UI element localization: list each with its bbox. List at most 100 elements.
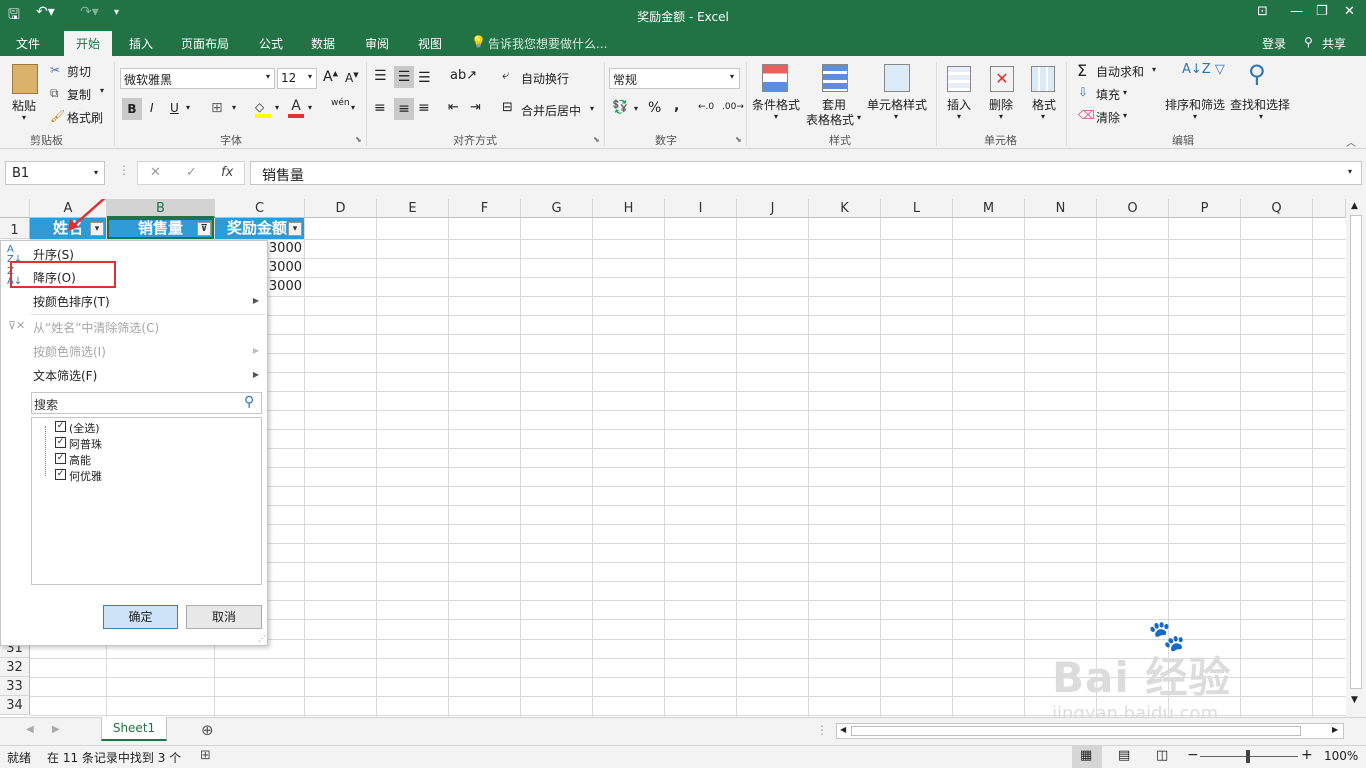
tell-me-box[interactable]: 告诉我您想要做什么...	[488, 35, 607, 52]
format-dropdown-icon[interactable]: ▾	[1041, 112, 1045, 121]
cancel-entry-icon[interactable]: ✕	[150, 165, 161, 180]
close-icon[interactable]: ✕	[1344, 4, 1355, 19]
border-dropdown-icon[interactable]: ▾	[232, 103, 236, 112]
tab-view[interactable]: 视图	[418, 35, 442, 52]
phonetic-dropdown-icon[interactable]: ▾	[351, 103, 355, 112]
text-filter-item[interactable]: 文本筛选(F)	[33, 367, 97, 384]
tab-page-layout[interactable]: 页面布局	[181, 35, 229, 52]
checkbox-select-all[interactable]: ✓	[55, 421, 66, 432]
autosum-dropdown-icon[interactable]: ▾	[1152, 65, 1156, 74]
align-left-icon[interactable]: ≡	[374, 100, 386, 116]
col-header-next[interactable]	[1313, 199, 1346, 218]
scroll-right-icon[interactable]: ▶	[1332, 725, 1338, 734]
cell-style-button[interactable]: 单元格样式	[867, 96, 927, 113]
increase-font-icon[interactable]: A▲	[323, 69, 338, 85]
sort-filter-button[interactable]: 排序和筛选	[1165, 96, 1225, 113]
copy-dropdown-icon[interactable]: ▾	[100, 86, 104, 95]
autosum-button[interactable]: 自动求和	[1096, 63, 1144, 80]
clear-dropdown-icon[interactable]: ▾	[1123, 111, 1127, 120]
checkbox-item[interactable]: ✓	[55, 437, 66, 448]
col-header-g[interactable]: G	[521, 199, 593, 218]
sign-in-link[interactable]: 登录	[1262, 35, 1286, 52]
select-all-corner[interactable]	[0, 199, 30, 218]
number-format-select[interactable]: 常规 ▾	[609, 68, 740, 89]
fill-color-dropdown-icon[interactable]: ▾	[275, 103, 279, 112]
zoom-slider-thumb[interactable]	[1246, 750, 1250, 763]
wrap-text-button[interactable]: 自动换行	[521, 70, 569, 87]
border-icon[interactable]: ⊞	[211, 100, 223, 116]
decrease-indent-icon[interactable]: ⇤	[448, 100, 459, 115]
clear-button[interactable]: 清除	[1096, 109, 1120, 126]
tab-data[interactable]: 数据	[311, 35, 335, 52]
font-color-dropdown-icon[interactable]: ▾	[308, 103, 312, 112]
scroll-up-icon[interactable]: ▲	[1351, 201, 1358, 211]
col-header-j[interactable]: J	[737, 199, 809, 218]
minimize-icon[interactable]: —	[1290, 4, 1303, 19]
tab-split-icon[interactable]: ⋮	[816, 723, 828, 737]
percent-button[interactable]: %	[648, 100, 661, 116]
macro-record-icon[interactable]: ⊞	[200, 748, 211, 763]
insert-function-button[interactable]: fx	[221, 165, 233, 180]
checkbox-item[interactable]: ✓	[55, 453, 66, 464]
next-sheet-icon[interactable]: ▶	[52, 724, 60, 735]
col-header-i[interactable]: I	[665, 199, 737, 218]
find-select-button[interactable]: 查找和选择	[1230, 96, 1290, 113]
number-dialog-launcher-icon[interactable]: ⬊	[735, 135, 742, 144]
ok-button[interactable]: 确定	[103, 605, 178, 629]
orientation-icon[interactable]: ab↗	[450, 68, 477, 83]
align-center-icon[interactable]: ≡	[394, 98, 414, 120]
format-painter-button[interactable]: 格式刷	[67, 109, 103, 126]
cancel-button[interactable]: 取消	[186, 605, 262, 629]
find-select-dropdown-icon[interactable]: ▾	[1259, 112, 1263, 121]
table-format-dropdown-icon[interactable]: ▾	[857, 113, 861, 122]
copy-button[interactable]: 复制	[67, 86, 91, 103]
tab-home[interactable]: 开始	[64, 31, 113, 56]
align-bottom-icon[interactable]: ☰	[418, 70, 431, 86]
page-layout-view-icon[interactable]: ▤	[1118, 748, 1130, 763]
tab-review[interactable]: 审阅	[365, 35, 389, 52]
horizontal-scrollbar[interactable]: ◀ ▶	[836, 723, 1344, 739]
col-header-e[interactable]: E	[377, 199, 449, 218]
font-name-select[interactable]: 微软雅黑 ▾	[120, 68, 275, 89]
align-right-icon[interactable]: ≡	[418, 100, 430, 116]
underline-button[interactable]: U	[170, 101, 179, 115]
conditional-format-dropdown-icon[interactable]: ▾	[774, 112, 778, 121]
ribbon-display-icon[interactable]: ⊡	[1257, 4, 1268, 19]
col-header-o[interactable]: O	[1097, 199, 1169, 218]
underline-dropdown-icon[interactable]: ▾	[186, 103, 190, 112]
fill-color-icon[interactable]: ◇	[255, 100, 271, 118]
restore-icon[interactable]: ❐	[1316, 4, 1328, 19]
currency-icon[interactable]: 💱	[612, 100, 628, 115]
insert-dropdown-icon[interactable]: ▾	[957, 112, 961, 121]
vertical-scroll-thumb[interactable]	[1350, 215, 1362, 689]
merge-dropdown-icon[interactable]: ▾	[590, 104, 594, 113]
sheet-tab-sheet1[interactable]: Sheet1	[101, 717, 167, 741]
zoom-level[interactable]: 100%	[1324, 749, 1358, 763]
bold-button[interactable]: B	[122, 98, 142, 120]
col-header-b[interactable]: B	[107, 199, 215, 218]
zoom-out-icon[interactable]: −	[1187, 747, 1199, 763]
delete-dropdown-icon[interactable]: ▾	[999, 112, 1003, 121]
comma-button[interactable]: ,	[674, 98, 679, 114]
cell-style-dropdown-icon[interactable]: ▾	[894, 112, 898, 121]
alignment-dialog-launcher-icon[interactable]: ⬊	[593, 135, 600, 144]
tab-formulas[interactable]: 公式	[259, 35, 283, 52]
decrease-decimal-icon[interactable]: .00→	[722, 102, 744, 112]
filter-button-b[interactable]: ⊽	[197, 222, 211, 236]
currency-dropdown-icon[interactable]: ▾	[634, 104, 638, 113]
share-button[interactable]: 共享	[1322, 35, 1346, 52]
col-header-n[interactable]: N	[1025, 199, 1097, 218]
conditional-format-button[interactable]: 条件格式	[752, 96, 800, 113]
tab-file[interactable]: 文件	[16, 35, 40, 52]
insert-cells-button[interactable]: 插入	[947, 96, 971, 113]
col-header-d[interactable]: D	[305, 199, 377, 218]
fill-button[interactable]: 填充	[1096, 86, 1120, 103]
decrease-font-icon[interactable]: A▼	[345, 71, 359, 85]
increase-indent-icon[interactable]: ⇥	[470, 100, 481, 115]
font-size-select[interactable]: 12 ▾	[277, 68, 317, 89]
col-header-l[interactable]: L	[881, 199, 953, 218]
font-color-icon[interactable]: A	[288, 98, 304, 118]
filter-button-c[interactable]: ▾	[288, 222, 302, 236]
table-format-button[interactable]: 表格格式	[806, 111, 854, 128]
clear-filter-item[interactable]: 从“姓名”中清除筛选(C)	[33, 319, 159, 336]
